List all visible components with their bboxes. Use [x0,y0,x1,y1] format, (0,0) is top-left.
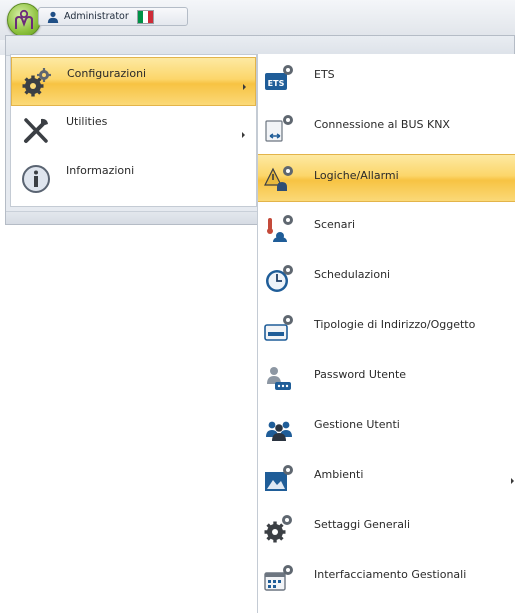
chevron-right-icon [242,132,245,138]
user-icon [47,11,59,23]
submenu-item-tipologie-indirizzo-oggetto[interactable]: Tipologie di Indirizzo/Oggetto [258,304,515,352]
submenu-item-label: ETS [314,68,335,81]
main-menu-panel: Configurazioni Utilities Informazioni [10,54,257,207]
info-icon [21,164,51,194]
management-interface-icon [263,562,295,594]
submenu-item-ambienti[interactable]: Ambienti [258,454,515,502]
submenu-item-scenari[interactable]: Scenari [258,204,515,252]
chevron-right-icon [511,478,514,484]
general-settings-icon [263,512,295,544]
menu-item-configurazioni[interactable]: Configurazioni [11,57,256,106]
submenu-item-password-utente[interactable]: Password Utente [258,354,515,402]
menu-item-label: Informazioni [66,164,135,177]
chevron-right-icon [243,84,246,90]
menu-item-label: Configurazioni [67,67,147,80]
submenu-item-label: Password Utente [314,368,407,381]
address-type-icon [263,312,295,344]
logic-alarm-icon [263,163,295,195]
user-password-icon [263,362,295,394]
submenu-item-interfacciamento-gestionali[interactable]: Interfacciamento Gestionali [258,554,515,602]
ets-icon: ETS [263,62,295,94]
scenarios-icon [263,212,295,244]
menu-item-utilities[interactable]: Utilities [11,106,256,155]
submenu-item-label: Schedulazioni [314,268,391,281]
schedule-clock-icon [263,262,295,294]
submenu-item-schedulazioni[interactable]: Schedulazioni [258,254,515,302]
svg-text:ETS: ETS [268,79,285,88]
submenu-item-label: Ambienti [314,468,364,481]
gears-icon [22,67,52,97]
submenu-item-label: Logiche/Allarmi [314,169,399,182]
submenu-item-label: Settaggi Generali [314,518,411,531]
submenu-item-label: Scenari [314,218,356,231]
submenu-item-logiche-allarmi[interactable]: Logiche/Allarmi [258,154,515,202]
submenu-item-label: Interfacciamento Gestionali [314,568,467,581]
user-name: Administrator [64,11,129,22]
submenu-item-connessione-bus-knx[interactable]: Connessione al BUS KNX [258,104,515,152]
submenu-item-label: Gestione Utenti [314,418,400,431]
submenu-item-label: Connessione al BUS KNX [314,118,450,131]
user-chip[interactable]: Administrator [38,7,188,26]
italian-flag-icon [136,9,154,24]
menu-item-informazioni[interactable]: Informazioni [11,155,256,204]
environments-icon [263,462,295,494]
bus-connection-icon [263,112,295,144]
tools-icon [21,115,51,145]
users-management-icon [263,412,295,444]
menu-item-label: Utilities [66,115,108,128]
ohm-logo-icon[interactable] [7,3,41,37]
menu-top-strip [6,36,514,56]
submenu-item-gestione-utenti[interactable]: Gestione Utenti [258,404,515,452]
submenu-item-label: Tipologie di Indirizzo/Oggetto [314,318,476,331]
configurazioni-submenu: ETS ETS Connessione al BUS KNX Logiche/A… [257,54,515,613]
submenu-item-settaggi-generali[interactable]: Settaggi Generali [258,504,515,552]
submenu-item-ets[interactable]: ETS ETS [258,54,515,102]
